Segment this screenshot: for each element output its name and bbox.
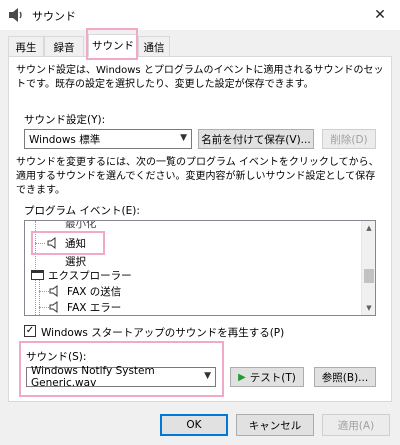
ok-button[interactable]: OK (160, 414, 228, 436)
list-item[interactable]: FAX エラー (49, 299, 121, 315)
test-button[interactable]: ▶ テスト(T) (230, 367, 304, 387)
speaker-icon (49, 285, 58, 297)
play-icon: ▶ (238, 371, 246, 383)
close-button[interactable]: ✕ (360, 0, 400, 30)
list-item[interactable]: 最小化 (65, 221, 97, 231)
list-item[interactable]: エクスプローラー (31, 267, 132, 283)
scheme-description: サウンド設定は、Windows とプログラムのイベントに適用されるサウンドのセッ… (16, 65, 384, 90)
tab-playback[interactable]: 再生 (8, 36, 44, 56)
tab-bar: 再生 録音 サウンド 通信 (8, 34, 392, 57)
tab-communications[interactable]: 通信 (138, 36, 170, 56)
vertical-scrollbar[interactable]: ▲ ▼ (361, 221, 375, 315)
cancel-button[interactable]: キャンセル (236, 414, 314, 436)
tree-guide (39, 291, 49, 292)
scheme-label: サウンド設定(Y): (24, 114, 106, 126)
scroll-up-icon[interactable]: ▲ (362, 221, 375, 235)
close-icon: ✕ (374, 7, 386, 23)
sound-dialog: サウンド ✕ 再生 録音 サウンド 通信 サウンド設定は、Windows とプロ… (0, 0, 400, 445)
event-highlight-box (31, 231, 105, 255)
event-instruction: サウンドを変更するには、次の一覧のプログラム イベントをクリックしてから、適用す… (16, 157, 379, 196)
sound-highlight-box (19, 341, 224, 397)
apply-button[interactable]: 適用(A) (322, 414, 390, 436)
title-bar: サウンド ✕ (0, 0, 400, 30)
window-icon (31, 270, 44, 280)
scheme-select[interactable]: Windows 標準 ▼ (24, 129, 192, 149)
events-label: プログラム イベント(E): (24, 205, 140, 217)
window-title: サウンド (32, 10, 76, 23)
tab-highlight-box (86, 28, 138, 60)
startup-sound-checkbox[interactable]: ✓ (24, 325, 36, 337)
speaker-icon (49, 301, 58, 313)
tree-guide (39, 307, 49, 308)
save-as-button[interactable]: 名前を付けて保存(V)... (198, 129, 314, 149)
browse-button[interactable]: 参照(B)... (314, 367, 376, 387)
delete-scheme-button[interactable]: 削除(D) (322, 129, 376, 149)
list-item[interactable]: FAX の送信 (49, 283, 121, 299)
chevron-down-icon: ▼ (180, 133, 187, 143)
startup-sound-label: Windows スタートアップのサウンドを再生する(P) (41, 327, 285, 339)
scroll-down-icon[interactable]: ▼ (362, 301, 375, 315)
tab-recording[interactable]: 録音 (44, 36, 84, 56)
speaker-icon (9, 8, 22, 22)
scroll-thumb[interactable] (364, 269, 374, 283)
